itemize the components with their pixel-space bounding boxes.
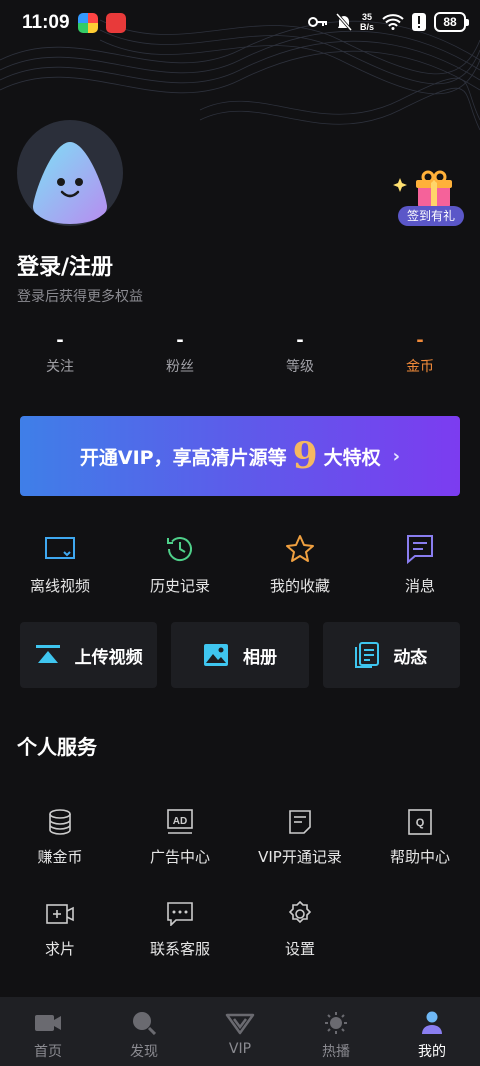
status-time: 11:09 xyxy=(22,12,70,33)
tab-home[interactable]: 首页 xyxy=(0,997,96,1066)
vip-icon xyxy=(225,1013,255,1035)
avatar-mascot-icon xyxy=(32,142,108,224)
discover-icon xyxy=(133,1012,156,1035)
earn-coins-button[interactable]: 赚金币 xyxy=(0,808,120,900)
tab-discover[interactable]: 发现 xyxy=(96,997,192,1066)
stat-level[interactable]: - 等级 xyxy=(240,330,360,376)
album-button[interactable]: 相册 xyxy=(171,622,309,688)
tab-hot[interactable]: 热播 xyxy=(288,997,384,1066)
vip-banner-text-after: 大特权 xyxy=(323,446,381,469)
home-camera-icon xyxy=(35,1015,61,1031)
history-button[interactable]: 历史记录 xyxy=(120,533,240,596)
wifi-icon xyxy=(382,14,404,30)
bottom-tab-bar: 首页 发现 VIP 热播 我的 xyxy=(0,997,480,1066)
stats-row: - 关注 - 粉丝 - 等级 - 金币 xyxy=(0,330,480,376)
settings-icon xyxy=(288,901,312,924)
feed-icon xyxy=(355,642,380,668)
messages-button[interactable]: 消息 xyxy=(360,533,480,596)
network-speed: 35 B/s xyxy=(359,12,374,32)
battery-indicator: 88 xyxy=(434,12,469,32)
vip-record-button[interactable]: VIP开通记录 xyxy=(240,808,360,900)
app-notification-icon xyxy=(77,13,98,33)
signin-label: 签到有礼 xyxy=(398,206,464,226)
upload-icon xyxy=(35,645,60,663)
login-subtitle: 登录后获得更多权益 xyxy=(17,289,143,305)
ad-center-button[interactable]: AD 广告中心 xyxy=(120,808,240,900)
ad-icon: AD xyxy=(167,809,193,834)
chevron-right-icon: › xyxy=(392,445,401,467)
alert-icon xyxy=(412,13,426,31)
stat-following[interactable]: - 关注 xyxy=(0,330,120,376)
upload-video-button[interactable]: 上传视频 xyxy=(20,622,158,688)
stat-fans[interactable]: - 粉丝 xyxy=(120,330,240,376)
offline-video-button[interactable]: 离线视频 xyxy=(0,533,120,596)
customer-service-button[interactable]: 联系客服 xyxy=(120,900,240,992)
offline-video-icon xyxy=(45,537,75,559)
album-icon xyxy=(203,644,228,666)
stat-coins[interactable]: - 金币 xyxy=(360,330,480,376)
star-icon xyxy=(286,535,314,562)
vip-banner-number: 9 xyxy=(292,435,318,477)
services-grid: 赚金币 AD 广告中心 VIP开通记录 Q 帮助中心 求片 联系客服 设置 xyxy=(0,808,480,992)
svg-text:AD: AD xyxy=(173,816,187,827)
app-notification-icon-red xyxy=(105,13,126,33)
user-icon xyxy=(422,1011,442,1034)
coins-icon xyxy=(49,809,71,835)
history-icon xyxy=(167,537,192,561)
feed-button[interactable]: 动态 xyxy=(322,622,460,688)
gift-icon xyxy=(393,170,452,208)
personal-services-title: 个人服务 xyxy=(17,735,97,759)
message-icon xyxy=(407,535,433,565)
vip-banner-text: 开通VIP，享高清片源等 xyxy=(79,446,287,469)
login-register-link[interactable]: 登录/注册 xyxy=(17,249,113,281)
svg-text:Q: Q xyxy=(416,817,425,829)
mute-bell-icon xyxy=(335,13,352,31)
request-video-button[interactable]: 求片 xyxy=(0,900,120,992)
status-bar: 11:09 35 B/s 88 xyxy=(0,0,480,46)
help-center-button[interactable]: Q 帮助中心 xyxy=(360,808,480,900)
request-video-icon xyxy=(46,904,74,924)
tab-vip[interactable]: VIP xyxy=(192,997,288,1066)
signin-reward-button[interactable]: 签到有礼 xyxy=(392,170,468,228)
record-icon xyxy=(289,810,311,834)
settings-button[interactable]: 设置 xyxy=(240,900,360,992)
tab-mine[interactable]: 我的 xyxy=(384,997,480,1066)
hot-icon xyxy=(325,1012,347,1034)
avatar[interactable] xyxy=(17,120,123,226)
key-icon xyxy=(307,17,327,27)
vip-banner[interactable]: 开通VIP，享高清片源等 9 大特权 › xyxy=(20,416,460,496)
help-icon: Q xyxy=(408,809,432,835)
feature-cards: 上传视频 相册 动态 xyxy=(20,622,460,688)
quick-actions: 离线视频 历史记录 我的收藏 消息 xyxy=(0,533,480,596)
favorites-button[interactable]: 我的收藏 xyxy=(240,533,360,596)
customer-service-icon xyxy=(167,902,193,926)
